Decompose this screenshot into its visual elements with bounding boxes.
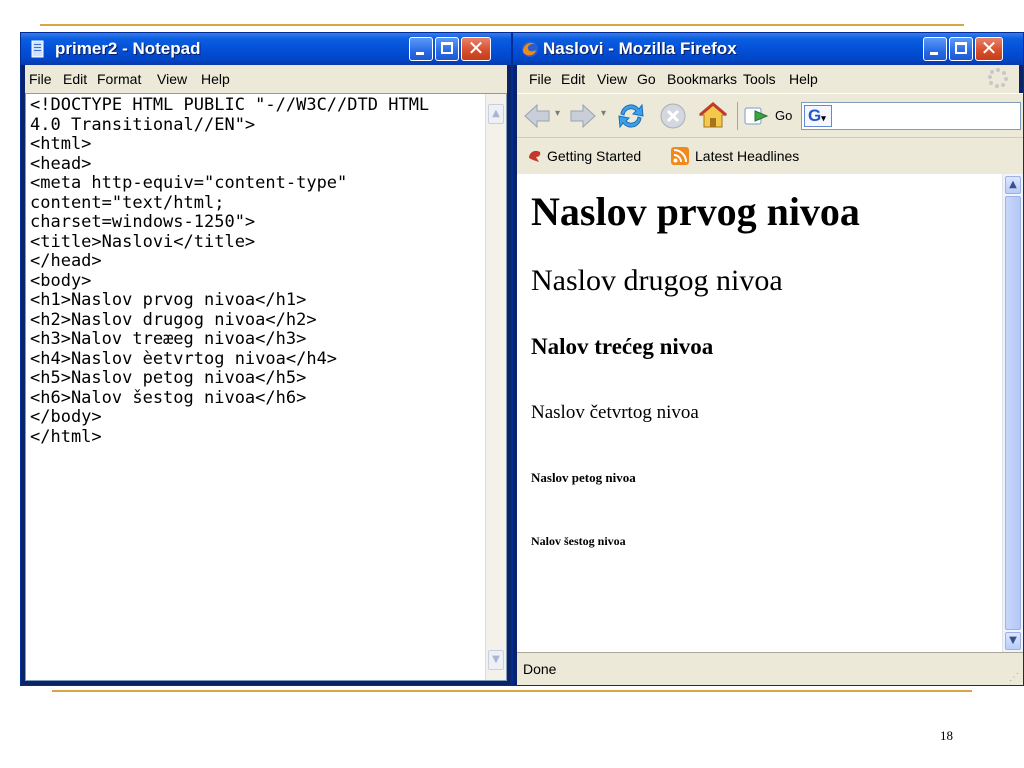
notepad-title: primer2 - Notepad [55,39,201,58]
heading-level-1: Naslov prvog nivoa [531,189,860,234]
bookmark-latest-headlines[interactable]: Latest Headlines [695,148,799,164]
menu-view[interactable]: View [157,71,187,87]
page-vertical-scrollbar[interactable]: ▲ ▼ [1002,174,1023,652]
reload-icon[interactable] [615,100,647,132]
page-number: 18 [940,728,953,743]
scroll-down-arrow-icon[interactable]: ▼ [488,650,504,670]
status-text: Done [523,661,557,677]
firefox-title: Naslovi - Mozilla Firefox [543,39,737,58]
minimize-button[interactable] [409,37,433,61]
minimize-button[interactable] [923,37,947,61]
notepad-titlebar[interactable]: primer2 - Notepad ✕ [21,33,511,65]
back-arrow-icon[interactable] [521,100,553,132]
close-button[interactable]: ✕ [975,36,1003,61]
rss-feed-icon [671,147,689,165]
notepad-text-area[interactable]: <!DOCTYPE HTML PUBLIC "-//W3C//DTD HTML … [25,93,507,681]
home-icon[interactable] [697,100,729,132]
scroll-up-arrow-icon[interactable]: ▲ [1005,176,1021,194]
slide-bottom-rule [52,690,972,692]
firefox-logo-icon [522,41,538,57]
notepad-menubar: File Edit Format View Help [25,65,507,93]
menu-file[interactable]: File [529,71,552,87]
minimize-icon [930,52,938,55]
slide-top-rule [40,24,964,26]
maximize-icon [955,42,967,54]
heading-level-4: Naslov četvrtog nivoa [531,402,699,423]
navigation-toolbar: ▾ ▾ Go G▾ [517,93,1023,138]
heading-level-6: Nalov šestog nivoa [531,534,626,548]
bookmarks-toolbar: Getting Started Latest Headlines [517,137,1023,175]
bookmark-getting-started[interactable]: Getting Started [547,148,641,164]
scrollbar-thumb[interactable] [1005,196,1021,630]
maximize-button[interactable] [949,37,973,61]
heading-level-3: Nalov trećeg nivoa [531,334,714,359]
maximize-button[interactable] [435,37,459,61]
notepad-window: primer2 - Notepad ✕ File Edit Format Vie… [20,32,512,686]
menu-tools[interactable]: Tools [743,71,776,87]
close-icon: ✕ [467,36,485,60]
status-bar: Done ⋰ [517,652,1023,685]
notepad-app-icon [31,40,44,58]
html-source-code[interactable]: <!DOCTYPE HTML PUBLIC "-//W3C//DTD HTML … [30,95,482,447]
close-button[interactable]: ✕ [461,36,491,61]
firefox-window: Naslovi - Mozilla Firefox ✕ File Edit Vi… [512,32,1024,686]
getting-started-icon [529,150,541,162]
minimize-icon [416,52,424,55]
forward-dropdown-icon[interactable]: ▾ [601,108,606,119]
menu-view[interactable]: View [597,71,627,87]
menu-go[interactable]: Go [637,71,656,87]
menu-format[interactable]: Format [97,71,141,87]
heading-level-2: Naslov drugog nivoa [531,264,783,297]
firefox-titlebar[interactable]: Naslovi - Mozilla Firefox ✕ [513,33,1023,65]
menu-edit[interactable]: Edit [561,71,585,87]
go-label[interactable]: Go [775,108,792,123]
maximize-icon [441,42,453,54]
close-icon: ✕ [980,36,998,60]
menu-edit[interactable]: Edit [63,71,87,87]
go-arrow-icon[interactable] [743,100,771,132]
scroll-up-arrow-icon[interactable]: ▲ [488,104,504,124]
forward-arrow-icon[interactable] [567,100,599,132]
search-input[interactable]: G▾ [801,102,1021,130]
menu-file[interactable]: File [29,71,52,87]
throbber-icon [988,68,1008,88]
stop-icon[interactable] [657,100,689,132]
scroll-down-arrow-icon[interactable]: ▼ [1005,632,1021,650]
toolbar-separator [737,102,738,130]
menu-bookmarks[interactable]: Bookmarks [667,71,737,87]
firefox-menubar: File Edit View Go Bookmarks Tools Help [517,65,1019,93]
menu-help[interactable]: Help [201,71,230,87]
notepad-vertical-scrollbar[interactable]: ▲ ▼ [485,94,506,680]
resize-grip-icon[interactable]: ⋰ [1009,672,1019,683]
google-search-engine-icon[interactable]: G▾ [804,105,832,127]
heading-level-5: Naslov petog nivoa [531,470,636,485]
menu-help[interactable]: Help [789,71,818,87]
page-content: Naslov prvog nivoa Naslov drugog nivoa N… [517,174,1023,652]
back-dropdown-icon[interactable]: ▾ [555,108,560,119]
